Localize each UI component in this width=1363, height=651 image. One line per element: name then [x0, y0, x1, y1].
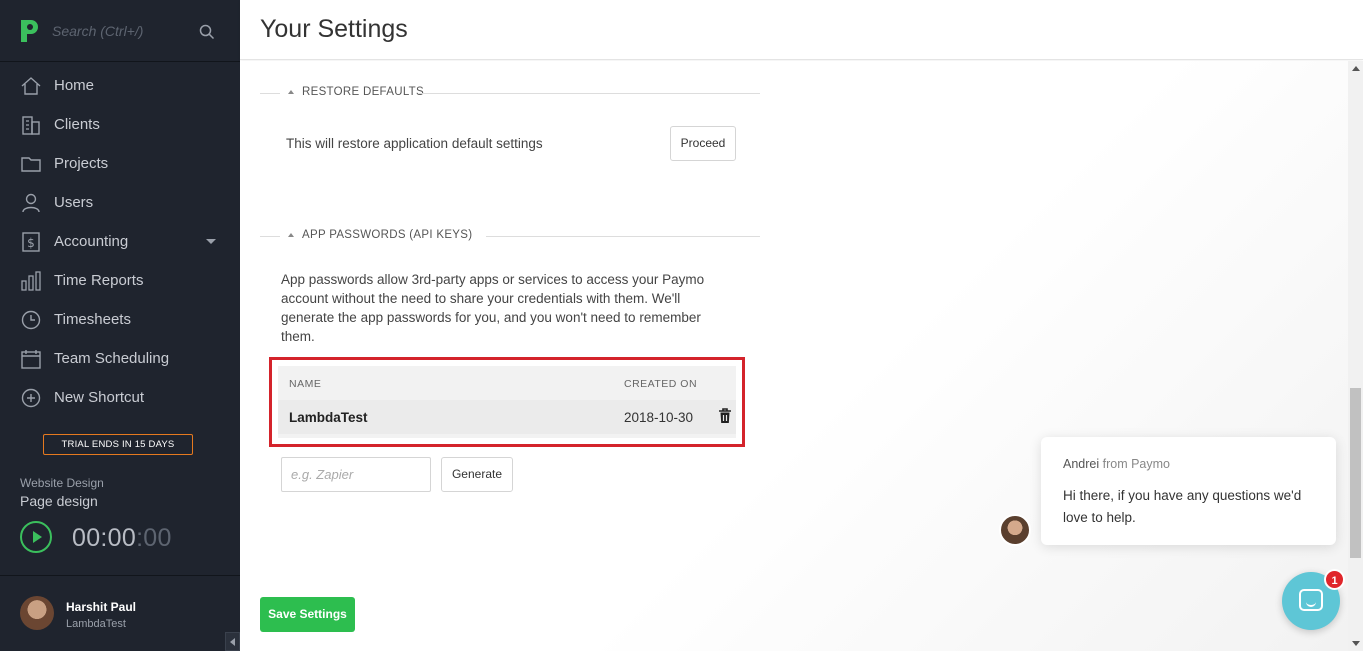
user-company: LambdaTest [66, 618, 126, 630]
section-title: APP PASSWORDS (API KEYS) [302, 229, 473, 241]
collapse-sidebar-button[interactable] [225, 632, 240, 651]
sidebar-item-label: Timesheets [54, 311, 131, 328]
header: Your Settings [240, 0, 1363, 60]
divider [486, 236, 760, 237]
plus-circle-icon [20, 387, 42, 409]
section-title: RESTORE DEFAULTS [302, 86, 424, 98]
unread-badge: 1 [1324, 569, 1345, 590]
search-icon[interactable] [199, 24, 215, 40]
timer-task: Page design [20, 493, 98, 509]
chevron-down-icon[interactable] [206, 239, 216, 244]
key-name: LambdaTest [289, 410, 368, 425]
app-passwords-header[interactable]: APP PASSWORDS (API KEYS) [260, 229, 760, 243]
sidebar-item-home[interactable]: Home [0, 66, 240, 105]
search-input[interactable]: Search (Ctrl+/) [52, 23, 143, 39]
sidebar-item-clients[interactable]: Clients [0, 105, 240, 144]
api-keys-table: NAME CREATED ON LambdaTest 2018-10-30 [278, 366, 736, 438]
restore-defaults-header[interactable]: RESTORE DEFAULTS [260, 86, 760, 100]
proceed-button[interactable]: Proceed [670, 126, 736, 161]
sidebar-item-timesheets[interactable]: Timesheets [0, 300, 240, 339]
trial-badge[interactable]: TRIAL ENDS IN 15 DAYS [43, 434, 193, 455]
sidebar-item-label: Time Reports [54, 272, 144, 289]
chat-agent-avatar [999, 514, 1031, 546]
sidebar-divider [0, 575, 240, 576]
settings-content: RESTORE DEFAULTS This will restore appli… [240, 61, 1348, 651]
svg-text:$: $ [27, 236, 35, 250]
chat-icon [1299, 589, 1323, 611]
play-icon[interactable] [20, 521, 52, 553]
scrollbar-thumb[interactable] [1350, 388, 1361, 558]
table-row: LambdaTest 2018-10-30 [278, 400, 736, 434]
sidebar-item-users[interactable]: Users [0, 183, 240, 222]
sidebar-item-time-reports[interactable]: Time Reports [0, 261, 240, 300]
timer-seconds: :00 [136, 524, 172, 552]
divider [260, 93, 280, 94]
sidebar-item-team-scheduling[interactable]: Team Scheduling [0, 339, 240, 378]
timer-display: 00:00:00 [72, 524, 172, 553]
user-name[interactable]: Harshit Paul [66, 600, 136, 614]
building-icon [20, 114, 42, 136]
restore-description: This will restore application default se… [286, 136, 543, 151]
scroll-up-icon[interactable] [1352, 66, 1360, 71]
sidebar-item-label: New Shortcut [54, 389, 145, 406]
divider [260, 236, 280, 237]
app-passwords-description: App passwords allow 3rd-party apps or se… [281, 272, 705, 344]
sidebar-item-label: Team Scheduling [54, 350, 170, 367]
chat-sender: Andrei from Paymo [1063, 457, 1170, 471]
sidebar-item-label: Users [54, 194, 94, 211]
key-created-date: 2018-10-30 [624, 410, 694, 425]
chat-message-text: Hi there, if you have any questions we'd… [1063, 488, 1302, 525]
timer-main: 00:00 [72, 524, 137, 552]
dollar-icon: $ [20, 231, 42, 253]
api-keys-highlight: NAME CREATED ON LambdaTest 2018-10-30 [269, 357, 745, 447]
sidebar-item-new-shortcut[interactable]: New Shortcut [0, 378, 240, 417]
clock-icon [20, 309, 42, 331]
sidebar-item-label: Accounting [54, 233, 129, 250]
timer-project: Website Design [20, 476, 104, 490]
sidebar-item-accounting[interactable]: $ Accounting [0, 222, 240, 261]
sidebar: Search (Ctrl+/) Home Clients Projects Us… [0, 0, 240, 651]
scrollbar[interactable] [1348, 61, 1363, 651]
save-settings-button[interactable]: Save Settings [260, 597, 355, 632]
trash-icon[interactable] [718, 408, 732, 424]
collapse-caret-icon [288, 233, 294, 237]
scroll-down-icon[interactable] [1352, 641, 1360, 646]
paymo-logo[interactable] [18, 17, 40, 45]
chat-agent-name: Andrei [1063, 457, 1100, 471]
collapse-caret-icon [288, 90, 294, 94]
sidebar-item-label: Projects [54, 155, 109, 172]
avatar[interactable] [20, 596, 54, 630]
sidebar-item-label: Clients [54, 116, 100, 133]
column-header-created: CREATED ON [624, 378, 698, 390]
folder-icon [20, 153, 42, 175]
sidebar-nav: Home Clients Projects Users $ Accounting [0, 66, 240, 417]
column-header-name: NAME [289, 378, 322, 390]
app-password-name-input[interactable] [281, 457, 431, 492]
sidebar-item-label: Home [54, 77, 95, 94]
user-icon [20, 192, 42, 214]
chat-from-text: from Paymo [1099, 457, 1170, 471]
home-icon [20, 75, 42, 97]
page-title: Your Settings [260, 15, 408, 43]
bar-chart-icon [20, 270, 42, 292]
calendar-icon [20, 348, 42, 370]
generate-button[interactable]: Generate [441, 457, 513, 492]
sidebar-top: Search (Ctrl+/) [0, 0, 240, 62]
chat-message-card[interactable]: Andrei from Paymo Hi there, if you have … [1041, 437, 1336, 545]
divider [418, 93, 760, 94]
sidebar-item-projects[interactable]: Projects [0, 144, 240, 183]
